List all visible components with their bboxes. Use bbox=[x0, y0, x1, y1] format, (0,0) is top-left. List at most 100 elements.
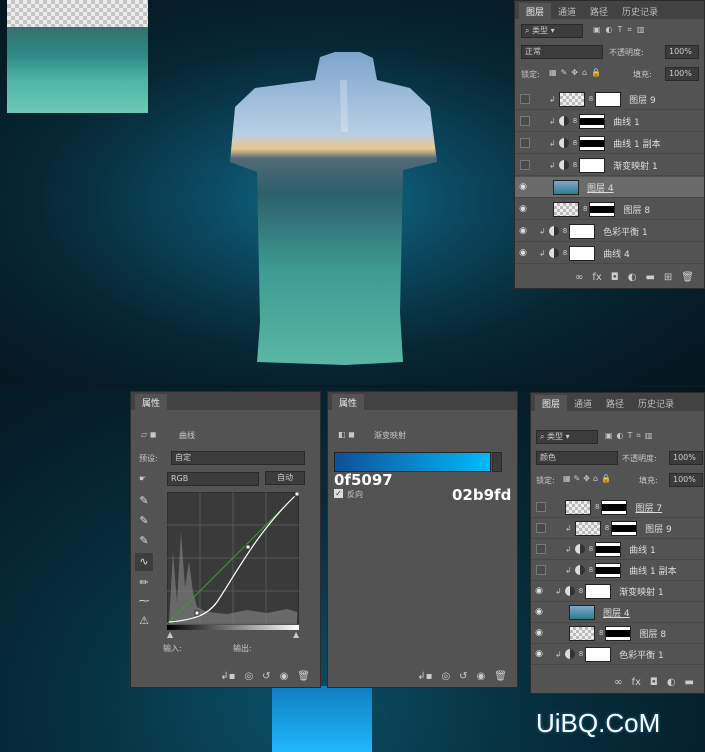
layer-name[interactable]: 色彩平衡 1 bbox=[603, 225, 648, 238]
eye-icon[interactable]: ◉ bbox=[515, 182, 531, 192]
layer-row[interactable]: ◉ 8 图层 8 bbox=[531, 623, 704, 644]
blend-mode-select[interactable]: 正常 bbox=[521, 45, 603, 59]
eye-icon[interactable]: ◉ bbox=[515, 226, 531, 236]
eye-icon[interactable]: ◉ bbox=[531, 607, 547, 617]
layer-row[interactable]: ◉ ↲ 8 色彩平衡 1 bbox=[515, 221, 704, 242]
lock-icons[interactable]: ▦✎✥⌂🔒 bbox=[549, 68, 605, 77]
layer-name[interactable]: 图层 9 bbox=[645, 522, 672, 535]
layer-row[interactable]: ↲ 8 曲线 1 副本 bbox=[531, 560, 704, 581]
tab-paths[interactable]: 路径 bbox=[583, 3, 615, 19]
trash-icon[interactable]: 🗑 bbox=[297, 671, 310, 682]
tab-layers[interactable]: 图层 bbox=[535, 395, 568, 411]
eye-icon[interactable]: ◉ bbox=[515, 204, 531, 214]
fx-icon[interactable]: fx bbox=[592, 272, 601, 283]
layer-row[interactable]: ↲ 8 曲线 1 副本 bbox=[515, 133, 704, 154]
layer-name[interactable]: 曲线 4 bbox=[603, 247, 630, 260]
visibility-toggle[interactable] bbox=[520, 138, 530, 148]
curve-point-tool-icon[interactable]: ∿ bbox=[135, 553, 153, 571]
tab-layers[interactable]: 图层 bbox=[519, 3, 552, 19]
filter-kind-select[interactable]: ⌕ 类型 ▾ bbox=[521, 24, 583, 38]
adjustment-layer-icon[interactable]: ◐ bbox=[667, 677, 676, 688]
layer-name[interactable]: 渐变映射 1 bbox=[613, 159, 658, 172]
layer-row[interactable]: ◉ ↲ 8 色彩平衡 1 bbox=[531, 644, 704, 665]
opacity-input[interactable]: 100% bbox=[669, 451, 703, 465]
curves-graph[interactable] bbox=[167, 492, 299, 624]
trash-icon[interactable]: 🗑 bbox=[494, 671, 507, 682]
eye-icon[interactable]: ◉ bbox=[531, 586, 547, 596]
fill-input[interactable]: 100% bbox=[669, 473, 703, 487]
adjustment-layer-icon[interactable]: ◐ bbox=[628, 272, 637, 283]
curve-point[interactable] bbox=[245, 544, 251, 550]
tab-history[interactable]: 历史记录 bbox=[631, 395, 681, 411]
reverse-checkbox[interactable]: ✓ bbox=[334, 489, 343, 498]
opacity-input[interactable]: 100% bbox=[665, 45, 699, 59]
eyedropper-gray-icon[interactable]: ✎ bbox=[135, 512, 153, 530]
tab-properties[interactable]: 属性 bbox=[332, 394, 365, 410]
tab-channels[interactable]: 通道 bbox=[551, 3, 583, 19]
layer-name[interactable]: 曲线 1 bbox=[613, 115, 640, 128]
eyedropper-black-icon[interactable]: ✎ bbox=[135, 492, 153, 510]
pencil-icon[interactable]: ✏ bbox=[135, 574, 153, 592]
group-icon[interactable]: ▬ bbox=[645, 272, 654, 283]
tab-properties[interactable]: 属性 bbox=[135, 394, 168, 410]
link-layers-icon[interactable]: ∞ bbox=[614, 677, 622, 688]
visibility-icon[interactable]: ◉ bbox=[477, 671, 486, 682]
visibility-toggle[interactable] bbox=[520, 94, 530, 104]
visibility-toggle[interactable] bbox=[520, 116, 530, 126]
visibility-toggle[interactable] bbox=[536, 523, 546, 533]
layer-name[interactable]: 图层 8 bbox=[623, 203, 650, 216]
visibility-toggle[interactable] bbox=[520, 160, 530, 170]
reset-icon[interactable]: ↺ bbox=[459, 671, 467, 682]
layer-row[interactable]: ↲ 8 渐变映射 1 bbox=[515, 155, 704, 176]
add-mask-icon[interactable]: ◘ bbox=[611, 272, 619, 283]
curve-point[interactable] bbox=[294, 492, 299, 497]
layer-name[interactable]: 曲线 1 副本 bbox=[613, 137, 660, 150]
layer-row-selected[interactable]: ◉ 图层 4 bbox=[515, 177, 704, 198]
visibility-icon[interactable]: ◉ bbox=[280, 671, 289, 682]
eye-icon[interactable]: ◉ bbox=[515, 248, 531, 258]
auto-button[interactable]: 自动 bbox=[265, 471, 305, 485]
blend-mode-select[interactable]: 颜色 bbox=[536, 451, 618, 465]
layer-name[interactable]: 曲线 1 副本 bbox=[629, 564, 676, 577]
black-point-slider[interactable]: ▲ bbox=[167, 630, 173, 639]
layer-row[interactable]: 8 图层 7 bbox=[531, 497, 704, 518]
layer-row[interactable]: ↲ 8 图层 9 bbox=[531, 518, 704, 539]
layer-row[interactable]: ◉ ↲ 8 渐变映射 1 bbox=[531, 581, 704, 602]
group-icon[interactable]: ▬ bbox=[685, 677, 694, 688]
eyedropper-white-icon[interactable]: ✎ bbox=[135, 532, 153, 550]
layer-row[interactable]: ◉ 图层 4 bbox=[531, 602, 704, 623]
eye-icon[interactable]: ◉ bbox=[531, 649, 547, 659]
curve-point[interactable] bbox=[194, 610, 200, 616]
layer-name[interactable]: 色彩平衡 1 bbox=[619, 648, 664, 661]
trash-icon[interactable]: 🗑 bbox=[681, 272, 694, 283]
tab-history[interactable]: 历史记录 bbox=[615, 3, 665, 19]
layer-row[interactable]: ↲ 8 图层 9 bbox=[515, 89, 704, 110]
eye-icon[interactable]: ◉ bbox=[531, 628, 547, 638]
layer-name[interactable]: 渐变映射 1 bbox=[619, 585, 664, 598]
smooth-icon[interactable]: ⁓ bbox=[135, 592, 153, 610]
gradient-swatch[interactable] bbox=[334, 452, 491, 472]
layer-name[interactable]: 图层 4 bbox=[603, 606, 630, 619]
layer-row[interactable]: ◉ ↲ 8 曲线 4 bbox=[515, 243, 704, 264]
fill-input[interactable]: 100% bbox=[665, 67, 699, 81]
lock-icons[interactable]: ▦✎✥⌂🔒 bbox=[563, 474, 614, 483]
preset-select[interactable]: 自定 bbox=[171, 451, 305, 465]
fx-icon[interactable]: fx bbox=[631, 677, 640, 688]
channel-select[interactable]: RGB bbox=[167, 472, 259, 486]
view-previous-icon[interactable]: ◎ bbox=[441, 671, 450, 682]
layer-name[interactable]: 图层 7 bbox=[635, 501, 662, 514]
clip-to-layer-icon[interactable]: ↲▪ bbox=[417, 671, 432, 682]
gradient-dropdown[interactable] bbox=[492, 452, 502, 472]
clipping-warning-icon[interactable]: ⚠ bbox=[135, 612, 153, 630]
tab-paths[interactable]: 路径 bbox=[599, 395, 631, 411]
clip-to-layer-icon[interactable]: ↲▪ bbox=[220, 671, 235, 682]
visibility-toggle[interactable] bbox=[536, 502, 546, 512]
layer-name[interactable]: 图层 8 bbox=[639, 627, 666, 640]
new-layer-icon[interactable]: ⊞ bbox=[664, 272, 672, 283]
layer-row[interactable]: ◉ 8 图层 8 bbox=[515, 199, 704, 220]
filter-kind-select[interactable]: ⌕ 类型 ▾ bbox=[536, 430, 598, 444]
layer-name[interactable]: 图层 9 bbox=[629, 93, 656, 106]
layer-name[interactable]: 图层 4 bbox=[587, 181, 614, 194]
link-layers-icon[interactable]: ∞ bbox=[575, 272, 583, 283]
layer-row[interactable]: ↲ 8 曲线 1 bbox=[515, 111, 704, 132]
